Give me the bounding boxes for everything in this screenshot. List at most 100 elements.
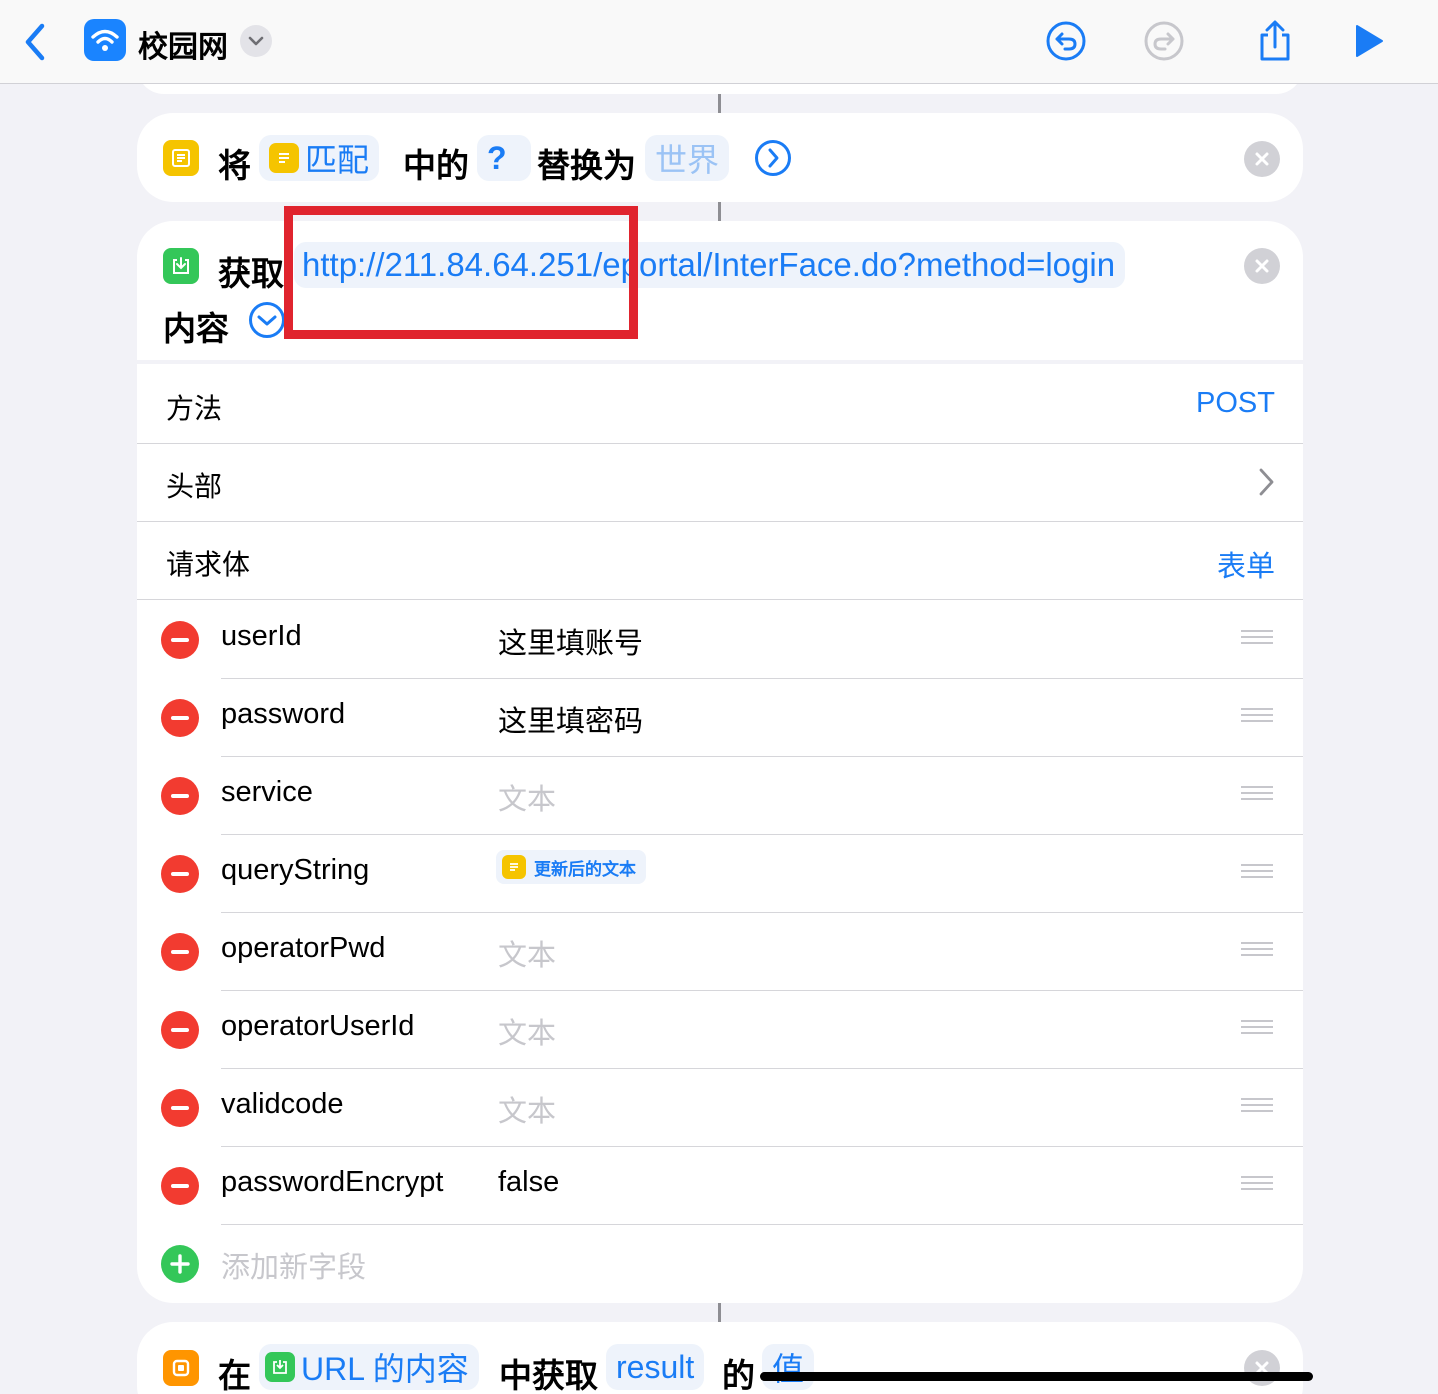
get-from-label: 中获取: [499, 1357, 598, 1394]
delete-field-icon[interactable]: [161, 1167, 199, 1205]
field-value[interactable]: 这里填密码: [498, 698, 643, 740]
reorder-handle-icon[interactable]: [1241, 708, 1273, 726]
key-token[interactable]: result: [606, 1344, 705, 1390]
delete-field-icon[interactable]: [161, 1011, 199, 1049]
reorder-handle-icon[interactable]: [1241, 786, 1273, 804]
match-token-label: 匹配: [305, 142, 370, 178]
replacement-placeholder: 世界: [655, 142, 720, 178]
chevron-right-icon: [1257, 467, 1275, 502]
field-value[interactable]: false: [498, 1166, 559, 1199]
chevron-down-circle-icon[interactable]: [248, 301, 286, 339]
play-icon[interactable]: [1345, 18, 1391, 64]
replace-label: 将: [218, 147, 251, 184]
delete-field-icon[interactable]: [161, 1089, 199, 1127]
text-icon: [502, 855, 526, 879]
navigation-bar: 校园网: [0, 0, 1438, 84]
headers-row[interactable]: 头部: [137, 443, 1303, 521]
url-contents-token[interactable]: URL 的内容: [259, 1344, 479, 1390]
field-key[interactable]: userId: [221, 620, 302, 653]
text-action-icon: [163, 140, 199, 176]
delete-field-icon[interactable]: [161, 855, 199, 893]
field-key[interactable]: passwordEncrypt: [221, 1166, 443, 1199]
reorder-handle-icon[interactable]: [1241, 1176, 1273, 1194]
field-key[interactable]: operatorUserId: [221, 1010, 414, 1043]
delete-field-icon[interactable]: [161, 699, 199, 737]
field-value-placeholder[interactable]: 文本: [498, 1010, 556, 1052]
pattern-token[interactable]: ?: [477, 135, 531, 181]
add-field-row[interactable]: 添加新字段: [137, 1224, 1303, 1302]
dictionary-action-icon: [163, 1350, 199, 1386]
delete-field-icon[interactable]: [161, 933, 199, 971]
download-icon: [265, 1352, 295, 1382]
connector-line: [718, 202, 721, 221]
section-separator: [137, 360, 1303, 364]
download-action-icon: [163, 248, 199, 284]
form-field-row[interactable]: passwordEncrypt false: [137, 1146, 1303, 1224]
field-key[interactable]: service: [221, 776, 313, 809]
field-key[interactable]: password: [221, 698, 345, 731]
back-chevron-icon[interactable]: [18, 20, 54, 64]
field-value[interactable]: 这里填账号: [498, 620, 643, 662]
updated-text-token-label: 更新后的文本: [534, 859, 636, 879]
connector-line: [718, 94, 721, 113]
key-token-label: result: [616, 1348, 695, 1385]
request-body-row[interactable]: 请求体 表单: [137, 521, 1303, 599]
form-field-row[interactable]: service 文本: [137, 756, 1303, 834]
method-row[interactable]: 方法 POST: [137, 365, 1303, 443]
field-key[interactable]: validcode: [221, 1088, 344, 1121]
form-field-row[interactable]: userId 这里填账号: [137, 600, 1303, 678]
add-field-label[interactable]: 添加新字段: [221, 1244, 366, 1286]
replace-with-label: 替换为: [537, 147, 636, 184]
field-key[interactable]: operatorPwd: [221, 932, 385, 965]
method-label: 方法: [166, 393, 223, 424]
headers-label: 头部: [166, 471, 223, 502]
undo-icon[interactable]: [1043, 18, 1089, 64]
replacement-token[interactable]: 世界: [645, 135, 730, 181]
form-field-row[interactable]: operatorPwd 文本: [137, 912, 1303, 990]
reorder-handle-icon[interactable]: [1241, 942, 1273, 960]
shortcut-title[interactable]: 校园网: [138, 22, 228, 66]
value-token-label: 值: [772, 1351, 805, 1387]
add-field-icon[interactable]: [161, 1245, 199, 1283]
remove-action-icon[interactable]: [1244, 141, 1280, 177]
field-key[interactable]: queryString: [221, 854, 369, 887]
chevron-right-circle-icon[interactable]: [754, 139, 792, 177]
reorder-handle-icon[interactable]: [1241, 630, 1273, 648]
home-indicator[interactable]: [760, 1372, 1313, 1381]
url-ip-highlight-box: [284, 206, 638, 339]
form-field-row[interactable]: queryString 更新后的文本: [137, 834, 1303, 912]
replace-text-action[interactable]: 将 匹配 中的 ? 替换为 世界: [137, 113, 1303, 202]
pattern-token-label: ?: [487, 139, 507, 176]
request-body-value[interactable]: 表单: [1217, 543, 1275, 585]
in-label: 中的: [403, 147, 469, 184]
field-value-placeholder[interactable]: 文本: [498, 776, 556, 818]
get-label: 获取: [218, 255, 284, 292]
connector-line: [718, 1303, 721, 1322]
get-url-contents-action[interactable]: 获取 http://211.84.64.251/eportal/InterFac…: [137, 221, 1303, 1303]
reorder-handle-icon[interactable]: [1241, 1020, 1273, 1038]
in-label: 在: [218, 1357, 251, 1394]
redo-icon[interactable]: [1141, 18, 1187, 64]
form-field-row[interactable]: operatorUserId 文本: [137, 990, 1303, 1068]
wifi-icon[interactable]: [84, 19, 126, 61]
form-field-row[interactable]: password 这里填密码: [137, 678, 1303, 756]
field-value-placeholder[interactable]: 文本: [498, 932, 556, 974]
of-label: 的: [722, 1357, 755, 1394]
reorder-handle-icon[interactable]: [1241, 864, 1273, 882]
field-value-placeholder[interactable]: 文本: [498, 1088, 556, 1130]
get-dictionary-value-action[interactable]: 在 URL 的内容 中获取 result 的 值: [137, 1322, 1303, 1394]
match-token[interactable]: 匹配: [259, 135, 380, 181]
updated-text-token[interactable]: 更新后的文本: [496, 850, 646, 884]
remove-action-icon[interactable]: [1244, 248, 1280, 284]
method-value[interactable]: POST: [1196, 387, 1275, 420]
share-icon[interactable]: [1252, 18, 1298, 64]
contents-label: 内容: [163, 310, 229, 347]
chevron-down-icon[interactable]: [240, 25, 272, 57]
delete-field-icon[interactable]: [161, 777, 199, 815]
request-body-label: 请求体: [166, 549, 251, 580]
reorder-handle-icon[interactable]: [1241, 1098, 1273, 1116]
delete-field-icon[interactable]: [161, 621, 199, 659]
value-token[interactable]: 值: [762, 1344, 815, 1390]
form-field-row[interactable]: validcode 文本: [137, 1068, 1303, 1146]
text-icon: [269, 143, 299, 173]
